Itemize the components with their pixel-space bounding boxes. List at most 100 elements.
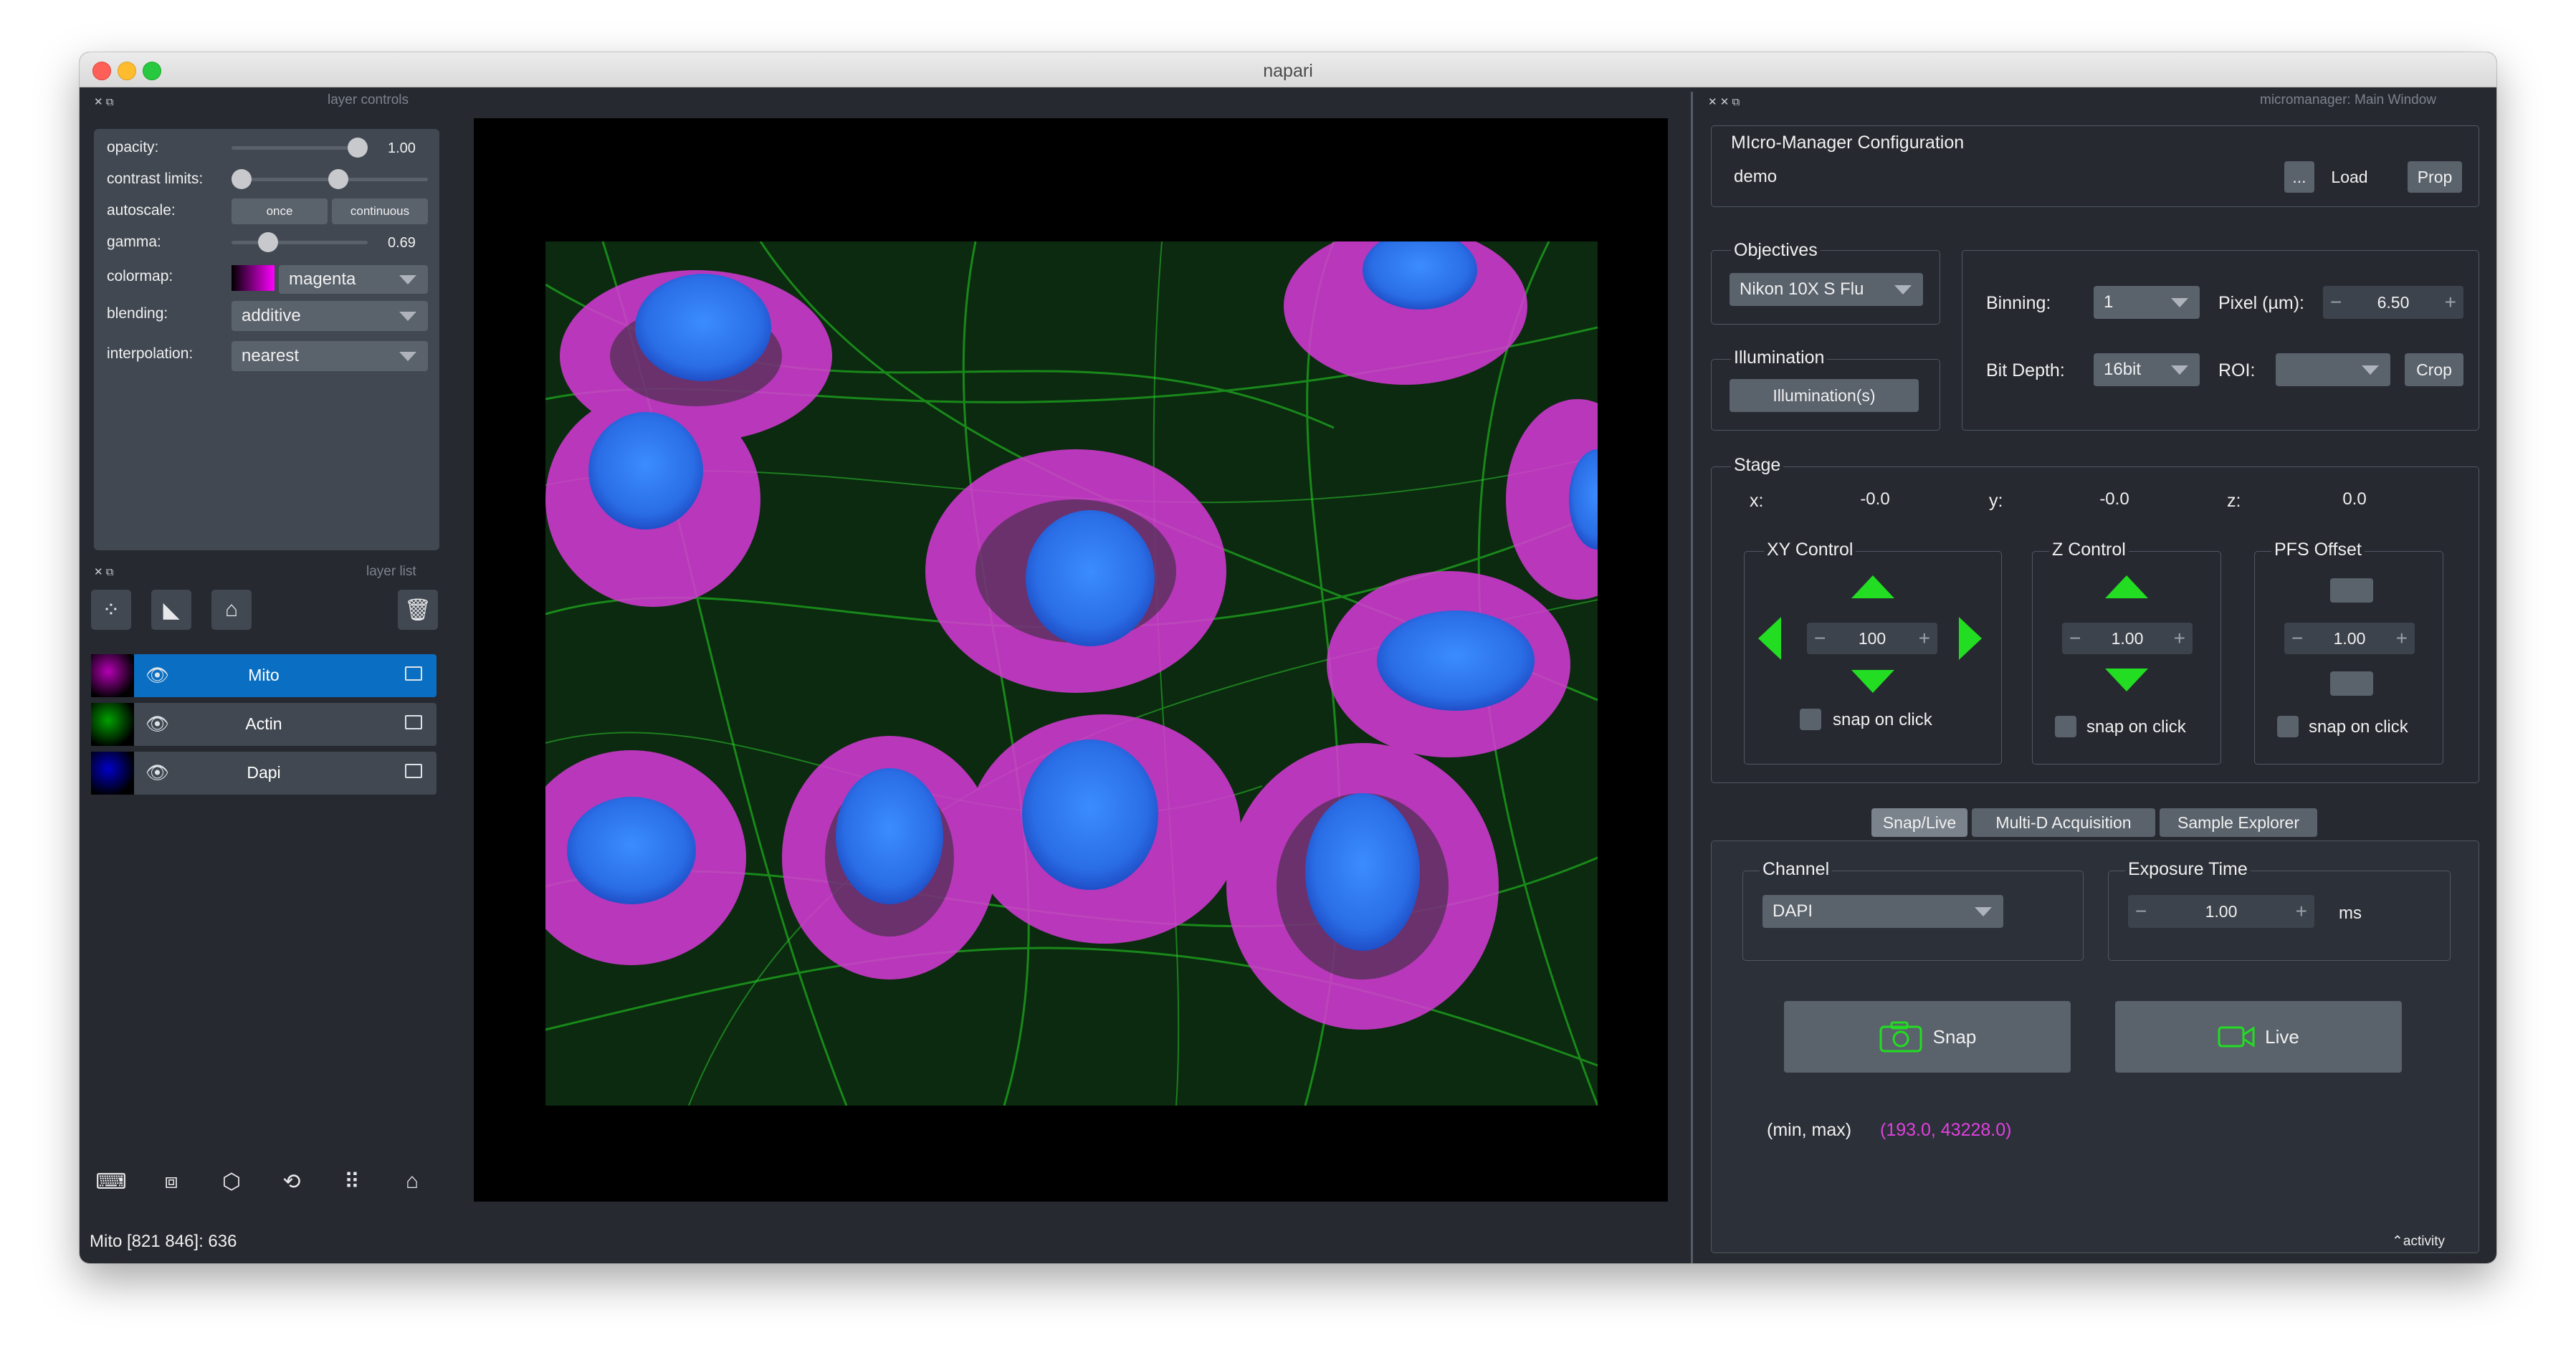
layer-row-mito[interactable]: 👁 Mito [91, 654, 437, 697]
xy-up-arrow-icon[interactable] [1851, 575, 1894, 598]
image-layer-icon [405, 666, 422, 681]
transpose-icon[interactable]: ⟲ [272, 1161, 312, 1202]
activity-label: activity [2403, 1234, 2445, 1249]
ndisplay-icon[interactable]: ⧈ [151, 1161, 191, 1202]
crop-button[interactable]: Crop [2405, 353, 2463, 386]
xy-snap-checkbox[interactable] [1800, 709, 1821, 730]
colormap-combo[interactable]: magenta [279, 265, 428, 294]
minus-icon[interactable]: − [2330, 291, 2342, 314]
home-icon[interactable]: ⌂ [392, 1161, 432, 1202]
gamma-slider-handle[interactable] [258, 232, 279, 252]
layer-list-dock-title: layer list [366, 564, 416, 579]
dock-float-icon[interactable]: ✕ ✕ ⧉ [1708, 95, 1740, 108]
objectives-combo[interactable]: Nikon 10X S Flu [1730, 273, 1923, 306]
gamma-slider[interactable] [232, 241, 368, 244]
exposure-value: 1.00 [2205, 901, 2238, 921]
plus-icon[interactable]: + [2445, 291, 2456, 314]
chevron-down-icon [2171, 365, 2188, 375]
interpolation-label: interpolation: [107, 345, 194, 362]
z-down-arrow-icon[interactable] [2105, 669, 2148, 691]
contrast-limits-label: contrast limits: [107, 171, 204, 187]
chevron-down-icon [1975, 907, 1992, 916]
tab-sample-explorer[interactable]: Sample Explorer [2160, 808, 2317, 837]
exposure-title: Exposure Time [2125, 859, 2251, 880]
minus-icon[interactable]: − [2291, 627, 2303, 650]
dock-splitter[interactable] [1691, 92, 1693, 1263]
contrast-low-handle[interactable] [232, 169, 252, 189]
dock-float-icon[interactable]: ✕ ⧉ [94, 565, 113, 578]
z-up-arrow-icon[interactable] [2105, 575, 2148, 598]
stage-y-label: y: [1989, 491, 2003, 511]
xy-left-arrow-icon[interactable] [1758, 617, 1781, 660]
config-load-button[interactable]: Load [2323, 161, 2376, 193]
blending-combo[interactable]: additive [232, 301, 428, 331]
binning-label: Binning: [1986, 293, 2051, 313]
3d-view-icon[interactable]: ⬡ [211, 1161, 252, 1202]
live-button[interactable]: Live [2115, 1001, 2402, 1073]
plus-icon[interactable]: + [2296, 900, 2307, 923]
plus-icon[interactable]: + [2174, 627, 2185, 650]
objectives-title: Objectives [1731, 240, 1821, 261]
gamma-value: 0.69 [388, 235, 416, 251]
pixel-size-label: Pixel (µm): [2218, 293, 2304, 313]
autoscale-continuous-button[interactable]: continuous [332, 198, 428, 224]
exposure-unit: ms [2339, 904, 2362, 923]
z-step-spinbox[interactable]: − 1.00 + [2062, 623, 2193, 654]
channel-combo[interactable]: DAPI [1762, 895, 2003, 928]
pfs-snap-checkbox[interactable] [2277, 716, 2299, 737]
blending-label: blending: [107, 305, 168, 322]
image-canvas[interactable] [474, 118, 1668, 1202]
binning-combo[interactable]: 1 [2094, 286, 2200, 319]
exposure-spinbox[interactable]: − 1.00 + [2128, 895, 2314, 928]
pfs-down-button[interactable] [2330, 671, 2373, 696]
chevron-down-icon [399, 312, 416, 321]
illumination-button[interactable]: Illumination(s) [1730, 379, 1919, 412]
xy-control-title: XY Control [1764, 540, 1856, 560]
layer-row-dapi[interactable]: 👁 Dapi [91, 752, 437, 795]
config-browse-button[interactable]: ... [2284, 161, 2314, 193]
opacity-slider-handle[interactable] [348, 138, 368, 158]
z-snap-checkbox[interactable] [2055, 716, 2076, 737]
xy-down-arrow-icon[interactable] [1851, 670, 1894, 693]
config-prop-button[interactable]: Prop [2408, 161, 2462, 193]
autoscale-once-button[interactable]: once [232, 198, 328, 224]
grid-icon[interactable]: ⠿ [332, 1161, 372, 1202]
new-shapes-layer-icon[interactable]: ◣ [151, 590, 191, 630]
snap-button[interactable]: Snap [1784, 1001, 2071, 1073]
dock-float-icon[interactable]: ✕ ⧉ [94, 95, 113, 108]
activity-toggle[interactable]: ⌃activity [2392, 1233, 2445, 1250]
xy-snap-label: snap on click [1833, 710, 1932, 729]
chevron-down-icon [399, 275, 416, 284]
tab-snap-live[interactable]: Snap/Live [1871, 808, 1967, 837]
pfs-up-button[interactable] [2330, 578, 2373, 603]
pixel-size-spinbox[interactable]: − 6.50 + [2323, 286, 2463, 319]
console-icon[interactable]: ⌨ [91, 1161, 131, 1202]
minus-icon[interactable]: − [2135, 900, 2147, 923]
plus-icon[interactable]: + [2396, 627, 2408, 650]
bit-depth-combo[interactable]: 16bit [2094, 353, 2200, 386]
minus-icon[interactable]: − [1814, 627, 1826, 650]
pixel-size-value: 6.50 [2377, 292, 2410, 312]
contrast-high-handle[interactable] [328, 169, 349, 189]
plus-icon[interactable]: + [1919, 627, 1930, 650]
live-label: Live [2265, 1025, 2299, 1048]
roi-combo[interactable] [2276, 353, 2390, 386]
tab-multi-d-acquisition[interactable]: Multi-D Acquisition [1972, 808, 2155, 837]
status-text: Mito [821 846]: 636 [90, 1232, 237, 1251]
interpolation-combo[interactable]: nearest [232, 341, 428, 371]
bit-depth-value: 16bit [2104, 360, 2142, 379]
z-step-value: 1.00 [2111, 628, 2144, 648]
layer-row-actin[interactable]: 👁 Actin [91, 703, 437, 746]
new-labels-layer-icon[interactable]: ⌂ [211, 590, 252, 630]
pfs-step-spinbox[interactable]: − 1.00 + [2284, 623, 2415, 654]
minus-icon[interactable]: − [2069, 627, 2081, 650]
delete-layer-icon[interactable]: 🗑 [398, 590, 438, 630]
camera-group [1962, 250, 2479, 431]
new-points-layer-icon[interactable]: ⁘ [91, 590, 131, 630]
config-file-field[interactable]: demo [1725, 161, 2273, 193]
snap-label: Snap [1932, 1025, 1977, 1048]
pfs-offset-title: PFS Offset [2271, 540, 2365, 560]
xy-step-spinbox[interactable]: − 100 + [1807, 623, 1937, 654]
stage-z-value: 0.0 [2263, 482, 2446, 517]
xy-right-arrow-icon[interactable] [1959, 617, 1982, 660]
